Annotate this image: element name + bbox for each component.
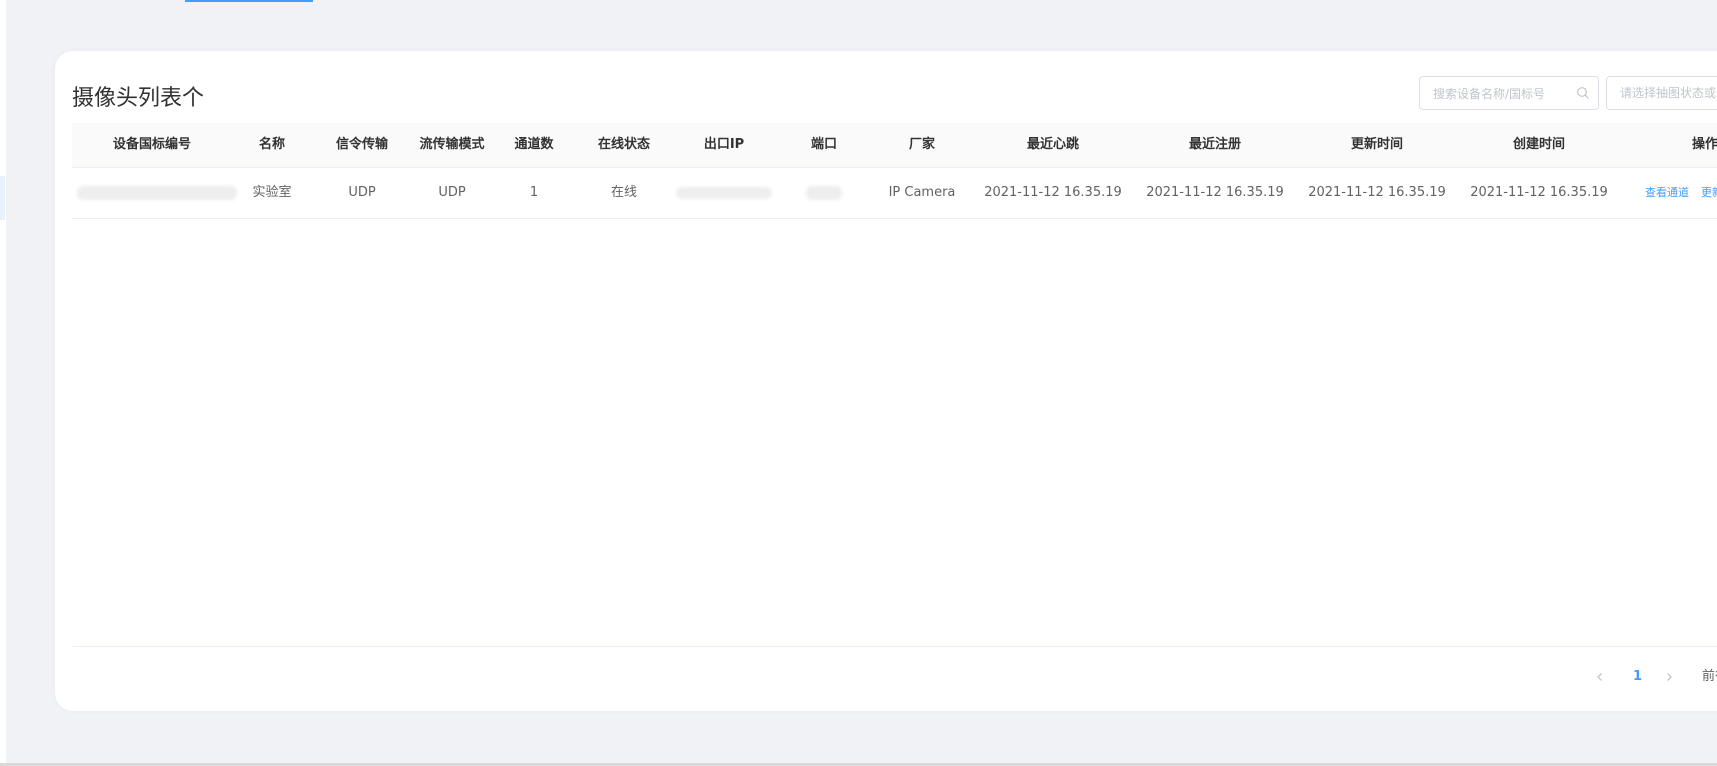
column-header: 出口IP xyxy=(703,137,745,152)
device-id-cell xyxy=(72,168,242,218)
table-row[interactable]: 实验室 UDP UDP 1 在线 IP Camera 2021-11-12 16… xyxy=(72,168,1717,219)
column-header: 设备国标编号 xyxy=(112,137,191,152)
device-table: 设备国标编号 名称 信令传输 流传输模式 通道数 在线状态 出口IP 端口 厂家… xyxy=(72,123,1717,219)
signal-transport-cell: UDP xyxy=(348,185,376,200)
select-placeholder: 请选择抽图状态或 xyxy=(1620,86,1717,100)
sidebar-edge xyxy=(0,0,6,766)
column-header: 最近心跳 xyxy=(1026,137,1079,152)
column-header: 通道数 xyxy=(514,137,554,152)
capture-status-select[interactable]: 请选择抽图状态或 xyxy=(1606,76,1717,110)
update-link[interactable]: 更新 xyxy=(1701,168,1717,218)
last-register-cell: 2021-11-12 16.35.19 xyxy=(1146,185,1284,200)
redacted-device-id xyxy=(77,185,237,200)
column-header: 最近注册 xyxy=(1188,137,1241,152)
sidebar-active-marker xyxy=(0,176,5,220)
column-header: 流传输模式 xyxy=(419,137,485,152)
column-header: 更新时间 xyxy=(1350,137,1403,152)
redacted-port xyxy=(806,185,842,200)
column-header: 名称 xyxy=(258,137,285,152)
pagination-prev-button[interactable] xyxy=(1595,665,1611,689)
page-title: 摄像头列表个 xyxy=(72,86,205,111)
update-time-cell: 2021-11-12 16.35.19 xyxy=(1308,185,1446,200)
table-header: 设备国标编号 名称 信令传输 流传输模式 通道数 在线状态 出口IP 端口 厂家… xyxy=(72,123,1717,168)
create-time-cell: 2021-11-12 16.35.19 xyxy=(1470,185,1608,200)
table-body: 实验室 UDP UDP 1 在线 IP Camera 2021-11-12 16… xyxy=(72,168,1717,219)
pagination-page[interactable]: 1 xyxy=(1633,665,1642,689)
column-header: 在线状态 xyxy=(597,137,650,152)
camera-list-card: 摄像头列表个 请选择抽图状态或 设备国标编号 名称 信令传输 流传输模式 通道数… xyxy=(55,51,1717,711)
top-nav-indicator xyxy=(185,0,313,2)
name-cell: 实验室 xyxy=(252,185,292,200)
pagination-next-button[interactable] xyxy=(1664,665,1680,689)
column-header: 端口 xyxy=(810,137,837,152)
search-icon[interactable] xyxy=(1576,86,1590,100)
manufacturer-cell: IP Camera xyxy=(888,185,956,200)
column-header: 创建时间 xyxy=(1512,137,1565,152)
stream-mode-cell: UDP xyxy=(438,185,466,200)
chevron-left-icon xyxy=(1597,673,1602,681)
view-channels-link[interactable]: 查看通道 xyxy=(1645,168,1689,218)
search-field[interactable] xyxy=(1419,76,1599,111)
online-status-cell: 在线 xyxy=(610,185,637,200)
last-heartbeat-cell: 2021-11-12 16.35.19 xyxy=(984,185,1122,200)
redacted-ip xyxy=(676,186,772,199)
column-header: 操作 xyxy=(1692,137,1717,152)
search-input[interactable] xyxy=(1420,77,1575,111)
channel-count-cell: 1 xyxy=(529,185,539,200)
column-header: 信令传输 xyxy=(335,137,388,152)
column-header: 厂家 xyxy=(908,137,935,152)
port-cell xyxy=(774,168,874,218)
chevron-right-icon xyxy=(1667,673,1672,681)
table-footer-divider xyxy=(72,646,1717,647)
actions-cell: 查看通道更新 xyxy=(1645,168,1717,218)
pagination-goto-label: 前往 xyxy=(1702,669,1717,684)
ip-cell xyxy=(674,168,774,218)
